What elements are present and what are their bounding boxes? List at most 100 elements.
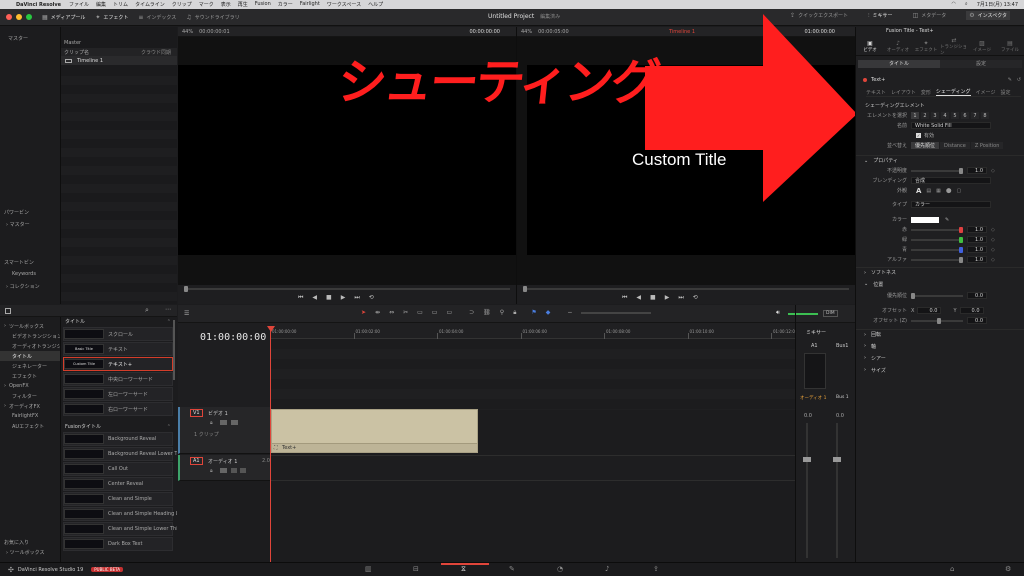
menu-item[interactable]: Fairlight bbox=[300, 1, 320, 8]
opacity-slider[interactable] bbox=[911, 167, 963, 174]
opacity-value[interactable]: 1.0 bbox=[967, 167, 987, 174]
effects-tree-item[interactable]: ビデオトランジション bbox=[0, 331, 62, 341]
fusion-page-icon[interactable]: ✎ bbox=[509, 565, 515, 573]
timeline-scrubber[interactable] bbox=[523, 286, 849, 292]
text-subtab[interactable]: 変形 bbox=[921, 89, 931, 96]
timeline-viewer-timecode[interactable]: 00:00:05:00 bbox=[538, 29, 569, 35]
sort-option-button[interactable]: Distance bbox=[940, 142, 970, 149]
fusion-title-item[interactable]: Clean and Simple Heading Low... bbox=[63, 507, 177, 521]
blending-dropdown[interactable]: 合成 bbox=[911, 177, 991, 184]
title-item[interactable]: Custom Title テキスト+ bbox=[63, 357, 173, 371]
menu-item[interactable]: ファイル bbox=[69, 1, 89, 8]
offset-z-slider[interactable] bbox=[911, 317, 963, 324]
position-section[interactable]: ⌄ 位置 bbox=[856, 279, 1024, 289]
timeline-ruler[interactable]: 01:00:00:00 01:00:02:00 01:00:04:00 01:00:0… bbox=[270, 323, 797, 339]
loop-icon[interactable]: ⟲ bbox=[369, 294, 374, 302]
menu-item[interactable]: トリム bbox=[113, 1, 128, 8]
playhead[interactable] bbox=[270, 326, 271, 562]
skip-end-icon[interactable]: ⏭ bbox=[354, 294, 359, 302]
softness-section[interactable]: › ソフトネス bbox=[856, 267, 1024, 277]
element-number-button[interactable]: 4 bbox=[941, 112, 949, 119]
overwrite-icon[interactable]: ▭ bbox=[432, 309, 438, 317]
replace-icon[interactable]: ▭ bbox=[446, 309, 452, 317]
appearance-shape-icon[interactable]: ⬤ bbox=[946, 188, 952, 194]
track-a1-label[interactable]: A1 bbox=[190, 457, 203, 465]
keyframe-icon[interactable]: ◇ bbox=[991, 237, 995, 243]
title-item[interactable]: 右ローワーサード bbox=[63, 402, 173, 416]
text-subtab[interactable]: テキスト bbox=[866, 89, 886, 96]
track-a1-name[interactable]: オーディオ 1 bbox=[208, 458, 237, 465]
element-number-button[interactable]: 2 bbox=[921, 112, 929, 119]
lock-icon[interactable]: 🔒︎ bbox=[513, 309, 516, 317]
red-slider[interactable] bbox=[911, 226, 963, 233]
color-swatch[interactable] bbox=[911, 216, 939, 223]
appearance-rect-icon[interactable]: ▢ bbox=[957, 188, 962, 194]
keyframe-icon[interactable]: ◇ bbox=[991, 227, 995, 233]
dim-button[interactable]: DIM bbox=[823, 310, 838, 317]
fusion-title-item[interactable]: Background Reveal Lower Third bbox=[63, 447, 177, 461]
menu-item[interactable]: 表示 bbox=[221, 1, 231, 8]
index-button[interactable]: ≡ インデックス bbox=[138, 14, 176, 21]
insert-icon[interactable]: ▭ bbox=[417, 309, 423, 317]
panel-toggle-icon[interactable] bbox=[5, 308, 11, 314]
effects-tree-item[interactable]: ジェネレーター bbox=[0, 361, 60, 371]
priority-value[interactable]: 0.0 bbox=[967, 292, 987, 299]
menu-item[interactable]: カラー bbox=[278, 1, 293, 8]
title-item[interactable]: 中央ローワーサード bbox=[63, 372, 173, 386]
inspector-tab[interactable]: ▨ イメージ bbox=[968, 38, 996, 55]
source-scrubber[interactable] bbox=[184, 286, 510, 292]
element-number-button[interactable]: 1 bbox=[911, 112, 919, 119]
effects-search-icon[interactable]: ⌕ bbox=[145, 306, 149, 315]
element-number-button[interactable]: 5 bbox=[951, 112, 959, 119]
green-slider[interactable] bbox=[911, 236, 963, 243]
flag-icon[interactable]: ⚑ bbox=[531, 309, 536, 317]
smart-bin-collections[interactable]: › コレクション bbox=[6, 283, 40, 290]
inspector-subtab-title[interactable]: タイトル bbox=[858, 60, 940, 68]
menu-app-name[interactable]: DaVinci Resolve bbox=[16, 2, 61, 8]
track-v1-visibility[interactable] bbox=[231, 420, 238, 425]
alpha-value[interactable]: 1.0 bbox=[967, 256, 987, 263]
menu-item[interactable]: クリップ bbox=[172, 1, 192, 8]
media-pool-button[interactable]: ▦ メディアプール bbox=[42, 14, 85, 21]
media-page-icon[interactable]: ▥ bbox=[365, 565, 372, 573]
mixer-button[interactable]: ⫶ ミキサー bbox=[868, 12, 893, 20]
stop-icon[interactable]: ■ bbox=[326, 294, 332, 302]
text-subtab[interactable]: レイアウト bbox=[891, 89, 916, 96]
cut-page-icon[interactable]: ⊟ bbox=[413, 565, 419, 573]
fusion-title-item[interactable]: Call Out bbox=[63, 462, 173, 476]
effects-tree-item[interactable]: オーディオトランジション bbox=[0, 341, 72, 351]
inspector-button[interactable]: ⚙ インスペクタ bbox=[966, 11, 1010, 20]
timeline-options-icon[interactable]: ☰ bbox=[184, 310, 189, 317]
shear-section[interactable]: › シアー bbox=[856, 353, 1024, 363]
smart-bin-keywords[interactable]: Keywords bbox=[12, 271, 36, 277]
play-icon[interactable]: ▶ bbox=[341, 294, 346, 302]
marker-icon[interactable]: ◆ bbox=[546, 309, 551, 317]
title-item[interactable]: 左ローワーサード bbox=[63, 387, 173, 401]
snapping-icon[interactable]: ⊃ bbox=[469, 309, 474, 317]
effects-options-icon[interactable]: ⋯ bbox=[165, 306, 171, 313]
track-a1-solo[interactable] bbox=[231, 468, 237, 473]
menu-item[interactable]: ヘルプ bbox=[368, 1, 383, 8]
offset-y-value[interactable]: 0.0 bbox=[959, 307, 984, 314]
tl-reverse-icon[interactable]: ◀ bbox=[636, 294, 641, 302]
keyframe-icon[interactable]: ◇ bbox=[991, 247, 995, 253]
menu-item[interactable]: Fusion bbox=[255, 1, 271, 8]
source-timecode[interactable]: 00:00:00:01 bbox=[199, 29, 230, 35]
appearance-solid-icon[interactable]: ▦ bbox=[936, 188, 941, 194]
zoom-out-icon[interactable]: − bbox=[567, 309, 572, 317]
sound-library-button[interactable]: ♫ サウンドライブラリ bbox=[186, 14, 239, 21]
mixer-fader-a1[interactable] bbox=[803, 423, 811, 558]
effects-scrollbar[interactable] bbox=[173, 320, 175, 380]
eyedropper-icon[interactable]: ✎ bbox=[945, 217, 949, 223]
menubar-clock[interactable]: 7月1日(月) 13:47 bbox=[977, 1, 1018, 8]
offset-z-value[interactable]: 0.0 bbox=[967, 317, 987, 324]
keyframe-icon[interactable]: ◇ bbox=[991, 257, 995, 263]
search-icon[interactable]: ⌕ bbox=[965, 1, 968, 8]
inspector-tab[interactable]: ✦ エフェクト bbox=[912, 38, 940, 55]
fusion-collapse-icon[interactable]: ⌃ bbox=[167, 424, 171, 430]
menu-item[interactable]: マーク bbox=[199, 1, 214, 8]
favorites-toolbox[interactable]: › ツールボックス bbox=[6, 549, 44, 556]
settings-icon[interactable]: ⚙ bbox=[1005, 565, 1011, 573]
tl-skip-start-icon[interactable]: ⏮ bbox=[622, 294, 627, 302]
text-subtab[interactable]: シェーディング bbox=[935, 88, 971, 96]
